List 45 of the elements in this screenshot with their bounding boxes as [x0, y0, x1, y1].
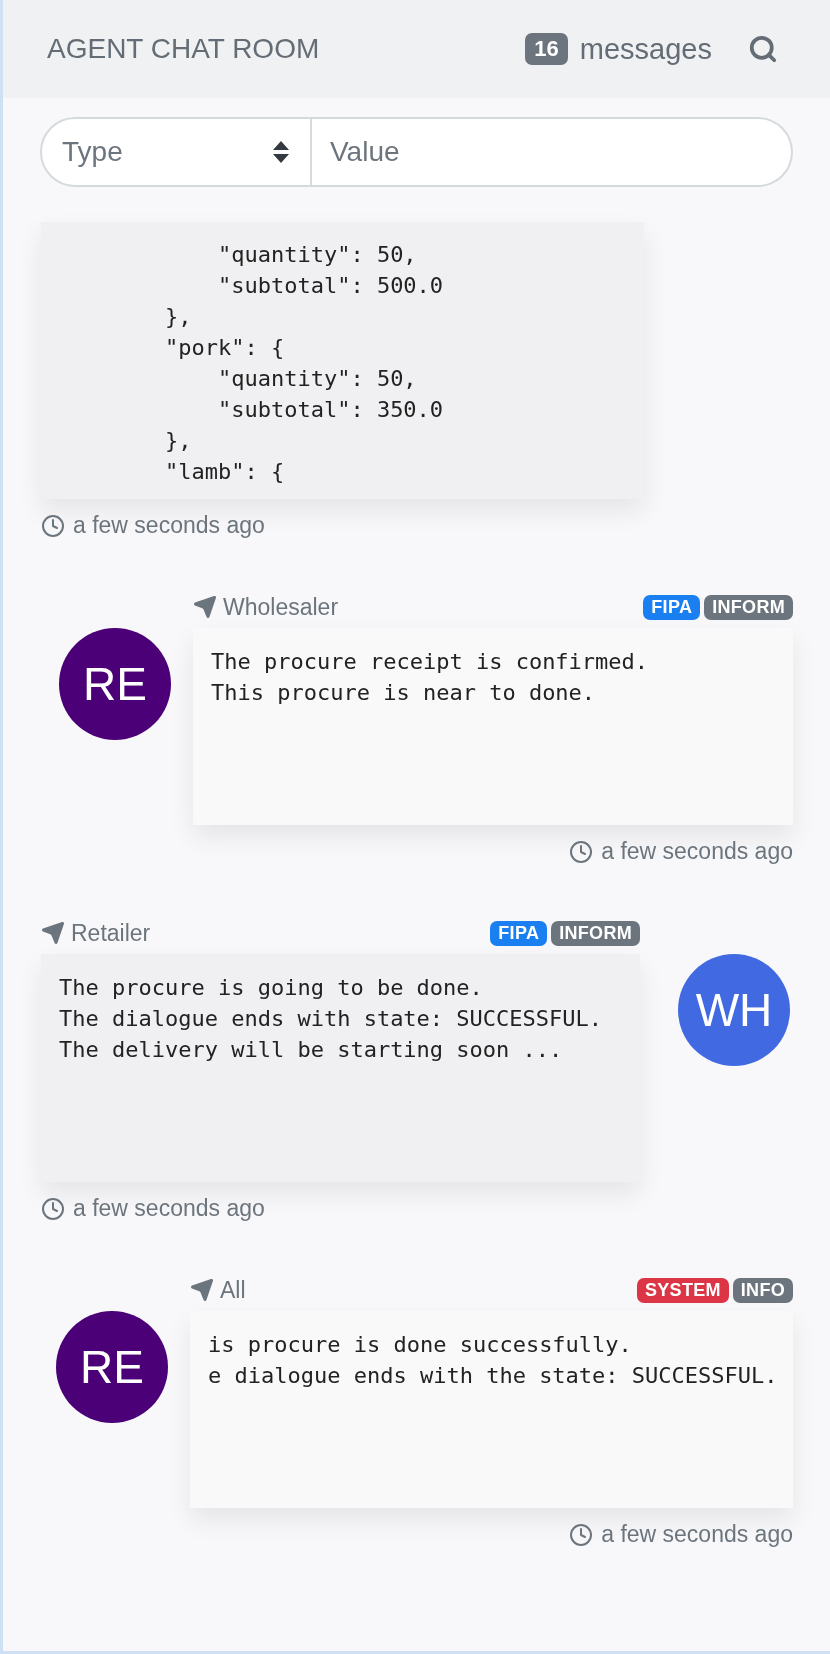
- message-line: This procure is near to done.: [211, 679, 597, 707]
- message-line: The delivery will be starting soon ...: [59, 1036, 564, 1064]
- clock-icon: [41, 1196, 65, 1221]
- avatar: RE: [56, 1311, 168, 1423]
- message-line: e dialogue ends with the state: SUCCESSFUL.: [208, 1362, 775, 1390]
- message-line: The procure receipt is confirmed.: [211, 648, 650, 676]
- timestamp: a few seconds ago: [73, 512, 265, 539]
- message-tag: SYSTEM: [636, 1277, 729, 1303]
- paper-plane-icon: [41, 921, 65, 945]
- code-line: "subtotal": 350.0: [216, 396, 445, 424]
- timestamp: a few seconds ago: [73, 1195, 265, 1222]
- code-line: "quantity": 50,: [216, 241, 418, 269]
- type-select[interactable]: Type: [40, 117, 312, 187]
- message-tag: FIPA: [643, 594, 701, 620]
- sender-name: All: [220, 1276, 246, 1304]
- timestamp: a few seconds ago: [601, 1521, 793, 1548]
- count-label: messages: [579, 32, 712, 66]
- code-line: "subtotal": 500.0: [216, 272, 445, 300]
- message-tag: FIPA: [490, 920, 548, 946]
- clock-icon: [569, 1522, 594, 1547]
- sender-name: Retailer: [71, 919, 151, 947]
- code-line: },: [163, 427, 193, 455]
- message-tag: INFORM: [551, 920, 640, 946]
- message-line: is procure is done successfully.: [208, 1331, 633, 1359]
- clock-icon: [569, 839, 594, 864]
- paper-plane-icon: [193, 595, 217, 619]
- sender-name: Wholesaler: [223, 593, 339, 621]
- code-line: "quantity": 50,: [216, 365, 418, 393]
- message-tag: INFORM: [704, 594, 793, 620]
- paper-plane-icon: [190, 1278, 214, 1302]
- message-count: 16: [525, 33, 568, 65]
- sort-caret-icon: [272, 140, 290, 164]
- avatar: RE: [59, 628, 171, 740]
- code-line: "lamb": {: [163, 458, 286, 486]
- clock-icon: [41, 513, 65, 538]
- message-line: The dialogue ends with state: SUCCESSFUL.: [59, 1005, 604, 1033]
- timestamp: a few seconds ago: [601, 838, 793, 865]
- message-line: The procure is going to be done.: [59, 974, 484, 1002]
- room-title: AGENT CHAT ROOM: [47, 33, 321, 65]
- value-field[interactable]: Value: [312, 117, 793, 187]
- code-line: "pork": {: [163, 334, 286, 362]
- avatar: WH: [678, 954, 790, 1066]
- message-tag: INFO: [732, 1277, 793, 1303]
- search-icon[interactable]: [748, 34, 778, 64]
- code-line: },: [163, 303, 193, 331]
